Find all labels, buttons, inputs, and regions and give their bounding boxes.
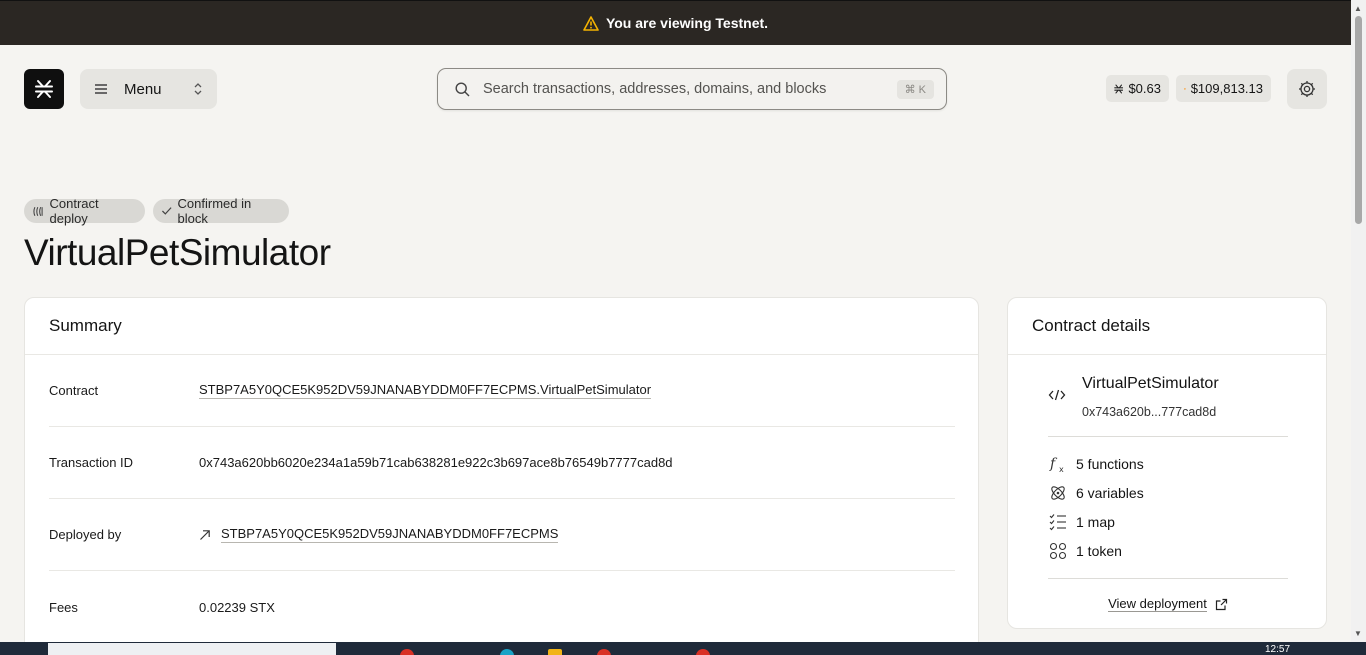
contract-icon [33, 206, 43, 216]
search-icon [455, 81, 470, 96]
taskbar-clock: 12:57 [1265, 644, 1291, 655]
scroll-down-icon[interactable]: ▼ [1354, 629, 1362, 638]
tokens-icon [1049, 542, 1067, 560]
row-label: Transaction ID [49, 455, 134, 470]
settings-button[interactable] [1287, 69, 1327, 109]
page-title: VirtualPetSimulator [24, 232, 331, 273]
search-bar[interactable]: Search transactions, addresses, domains,… [437, 68, 947, 110]
warning-icon [583, 15, 599, 31]
contract-deploy-badge: Contract deploy [24, 196, 145, 226]
hamburger-icon [95, 84, 107, 94]
taskbar-app-icon[interactable] [597, 649, 611, 655]
summary-card: Summary Contract STBP7A5Y0QCE5K952DV59JN… [24, 297, 979, 655]
scrollbar-thumb[interactable] [1355, 16, 1362, 224]
stx-price-badge[interactable]: $0.63 [1106, 75, 1169, 102]
summary-heading: Summary [25, 298, 978, 355]
check-icon [161, 207, 172, 215]
transaction-id-value: 0x743a620bb6020e234a1a59b71cab638281e922… [199, 455, 673, 470]
function-icon: fx [1049, 456, 1064, 473]
contract-hash: 0x743a620b...777cad8d [1082, 405, 1217, 419]
stat-tokens: 1 token [1048, 542, 1122, 560]
contract-name: VirtualPetSimulator [1082, 375, 1219, 392]
menu-label: Menu [124, 80, 162, 98]
gear-icon [1299, 81, 1315, 97]
fees-value: 0.02239 STX [199, 599, 275, 615]
btc-price-badge[interactable]: ₿ $109,813.13 [1176, 75, 1271, 102]
contract-identity: VirtualPetSimulator 0x743a620b...777cad8… [1048, 368, 1288, 437]
taskbar-search[interactable] [48, 643, 336, 655]
summary-row-contract: Contract STBP7A5Y0QCE5K952DV59JNANABYDDM… [49, 355, 955, 427]
code-icon [1048, 389, 1066, 401]
row-label: Deployed by [49, 527, 122, 542]
summary-row-transaction-id: Transaction ID 0x743a620bb6020e234a1a59b… [49, 427, 955, 499]
chevron-up-down-icon [194, 83, 202, 95]
taskbar-app-icon[interactable] [500, 649, 514, 655]
summary-row-fees: Fees 0.02239 STX [49, 571, 955, 643]
stat-variables: 6 variables [1048, 484, 1144, 502]
arrow-up-right-icon [200, 529, 210, 540]
stacks-logo-icon [35, 80, 53, 98]
search-shortcut: ⌘ K [896, 79, 934, 99]
os-taskbar: 12:57 [0, 642, 1366, 655]
bitcoin-icon: ₿ [1184, 87, 1186, 90]
stat-maps: 1 map [1048, 513, 1115, 531]
atom-icon [1051, 486, 1065, 500]
external-link-icon [1215, 598, 1227, 610]
confirmed-badge: Confirmed in block [153, 196, 289, 226]
contract-link[interactable]: STBP7A5Y0QCE5K952DV59JNANABYDDM0FF7ECPMS… [199, 382, 652, 399]
details-heading: Contract details [1008, 298, 1326, 355]
stx-icon [1114, 84, 1124, 93]
search-input[interactable]: Search transactions, addresses, domains,… [483, 81, 897, 97]
scroll-up-icon[interactable]: ▲ [1354, 4, 1362, 13]
row-label: Contract [49, 383, 99, 398]
taskbar-folder-icon[interactable] [548, 649, 562, 655]
deployer-link[interactable]: STBP7A5Y0QCE5K952DV59JNANABYDDM0FF7ECPMS [199, 526, 559, 543]
taskbar-browser-icon[interactable] [696, 649, 710, 655]
contract-stats: fx 5 functions 6 variables 1 map 1 token [1048, 453, 1288, 579]
stacks-logo[interactable] [24, 69, 64, 109]
stat-functions: fx 5 functions [1049, 456, 1144, 473]
contract-deploy-label: Contract deploy [49, 196, 99, 226]
summary-row-deployed-by: Deployed by STBP7A5Y0QCE5K952DV59JNANABY… [49, 499, 955, 571]
testnet-banner: You are viewing Testnet. [0, 0, 1351, 45]
page-scrollbar[interactable]: ▲ ▼ [1351, 0, 1366, 642]
contract-details-card: Contract details VirtualPetSimulator 0x7… [1007, 297, 1327, 629]
svg-text:f: f [1049, 456, 1058, 472]
confirmed-label: Confirmed in block [177, 196, 252, 226]
svg-text:x: x [1059, 465, 1064, 473]
list-check-icon [1049, 514, 1066, 531]
menu-button[interactable]: Menu [80, 69, 217, 109]
view-deployment-link[interactable]: View deployment [1008, 596, 1328, 612]
banner-text: You are viewing Testnet. [605, 15, 769, 31]
btc-price: $109,813.13 [1190, 81, 1263, 96]
row-label: Fees [49, 599, 78, 615]
taskbar-app-icon[interactable] [400, 649, 414, 655]
stx-price: $0.63 [1128, 81, 1161, 96]
